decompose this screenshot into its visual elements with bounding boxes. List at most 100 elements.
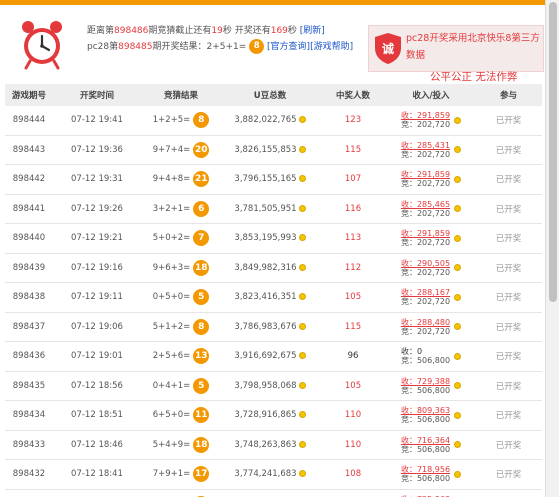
cost-line: 竞：506,800 <box>401 386 450 395</box>
income-line[interactable]: 收：809,363 <box>401 406 450 415</box>
issue-number: 898436 <box>12 351 46 362</box>
official-query-link[interactable]: [官方查询] <box>267 42 310 52</box>
total-beans-value: 3,796,155,165 <box>234 174 297 185</box>
alarm-clock-icon <box>22 21 62 70</box>
result-ball: 21 <box>193 171 210 188</box>
income-cost-cell: 收：285,465 竞：202,720 <box>387 200 475 218</box>
income-line[interactable]: 收：291,859 <box>401 111 450 120</box>
income-value: 290,505 <box>416 258 451 268</box>
draw-status: 已开奖 <box>495 175 522 186</box>
result-cell: 9+4+8= 21 <box>141 171 221 188</box>
income-value: 285,431 <box>416 140 451 150</box>
countdown-line: 距离第898486期竞猜截止还有19秒 开奖还有169秒 [刷新] <box>87 23 367 39</box>
result-formula: 0+5+0= <box>152 292 191 303</box>
result-cell: 9+6+3= 18 <box>141 259 221 276</box>
income-label: 收： <box>400 347 417 357</box>
result-formula: 6+5+0= <box>152 410 191 421</box>
coin-icon <box>454 146 462 154</box>
income-line[interactable]: 收：291,859 <box>401 229 450 238</box>
result-cell: 0+5+0= 5 <box>141 289 221 306</box>
result-cell: 6+5+0= 11 <box>141 407 221 424</box>
cost-label: 竞： <box>400 149 417 159</box>
result-cell: 5+1+2= 8 <box>141 318 221 335</box>
game-help-link[interactable]: [游戏帮助] <box>310 42 353 52</box>
income-line[interactable]: 收：716,364 <box>401 436 450 445</box>
total-beans-value: 3,823,416,351 <box>234 292 297 303</box>
income-line[interactable]: 收：729,388 <box>401 377 450 386</box>
coin-icon <box>298 204 306 212</box>
income-line[interactable]: 收：288,480 <box>401 318 450 327</box>
draw-time: 07-12 18:51 <box>71 410 123 421</box>
data-source-banner: 诚 pc28开奖采用北京快乐8第三方数据 <box>368 25 544 72</box>
total-beans: 3,781,505,951 <box>221 204 319 214</box>
result-cell: 5+4+9= 18 <box>141 436 221 453</box>
total-beans-value: 3,774,241,683 <box>234 469 297 480</box>
scrollbar[interactable] <box>545 0 559 497</box>
coin-icon <box>298 322 306 330</box>
winner-count: 96 <box>347 351 359 362</box>
next-issue-prefix: 距离第 <box>87 26 115 36</box>
cost-label: 竞： <box>400 415 417 425</box>
cost-value: 202,720 <box>416 238 451 248</box>
total-beans-value: 3,853,195,993 <box>234 233 297 244</box>
winner-count: 110 <box>344 410 362 421</box>
cost-value: 202,720 <box>416 297 451 307</box>
refresh-link[interactable]: [刷新] <box>300 26 325 36</box>
coin-icon <box>298 352 306 360</box>
income-value: 288,480 <box>416 317 451 327</box>
draw-status: 已开奖 <box>495 440 522 451</box>
cost-label: 竞： <box>400 267 417 277</box>
draw-time: 07-12 18:56 <box>71 380 123 391</box>
draw-time: 07-12 19:21 <box>71 233 123 244</box>
income-line[interactable]: 收：288,167 <box>401 288 450 297</box>
issue-number: 898435 <box>12 380 46 391</box>
cost-line: 竞：506,800 <box>401 356 450 365</box>
draw-status: 已开奖 <box>495 204 522 215</box>
deadline-seconds: 19 <box>211 26 223 36</box>
cost-line: 竞：506,800 <box>401 445 450 454</box>
result-ball: 6 <box>193 200 210 217</box>
income-label: 收： <box>400 465 417 475</box>
coin-icon <box>298 145 306 153</box>
cost-label: 竞： <box>400 356 417 366</box>
result-ball: 5 <box>193 289 210 306</box>
draw-time: 07-12 19:26 <box>71 203 123 214</box>
cost-line: 竞：202,720 <box>401 120 450 129</box>
next-issue-number: 898486 <box>114 26 149 36</box>
header-income-cost: 收入/投入 <box>412 91 450 101</box>
draw-status: 已开奖 <box>495 116 522 127</box>
draw-status: 已开奖 <box>495 411 522 422</box>
table-row: 898434 07-12 18:51 6+5+0= 11 3,728,916,865 11… <box>5 401 542 431</box>
result-ball: 18 <box>193 259 210 276</box>
income-line[interactable]: 收：0 <box>401 347 422 356</box>
income-line[interactable]: 收：285,431 <box>401 141 450 150</box>
winner-count: 105 <box>344 380 362 391</box>
prev-issue-number: 898485 <box>118 42 153 52</box>
total-beans-value: 3,781,505,951 <box>234 203 297 214</box>
income-line[interactable]: 收：290,505 <box>401 259 450 268</box>
cost-value: 202,720 <box>416 149 451 159</box>
income-cost-cell: 收：288,167 竞：202,720 <box>387 288 475 306</box>
income-line[interactable]: 收：291,859 <box>401 170 450 179</box>
winner-count: 113 <box>344 233 362 244</box>
total-beans-value: 3,728,916,865 <box>234 410 297 421</box>
draw-time: 07-12 18:46 <box>71 439 123 450</box>
scrollbar-thumb[interactable] <box>549 2 557 302</box>
coin-icon <box>298 440 306 448</box>
table-row: 898435 07-12 18:56 0+4+1= 5 3,798,958,068 105… <box>5 372 542 401</box>
issue-number: 898444 <box>12 115 46 126</box>
total-beans: 3,786,983,676 <box>221 322 319 332</box>
income-line[interactable]: 收：718,956 <box>401 465 450 474</box>
total-beans: 3,748,263,863 <box>221 440 319 450</box>
result-cell: 1+2+5= 8 <box>141 112 221 129</box>
deadline-label: 期竞猜截止还有 <box>148 26 212 36</box>
cost-value: 506,800 <box>416 474 451 484</box>
total-beans-value: 3,849,982,316 <box>234 262 297 273</box>
income-line[interactable]: 收：285,465 <box>401 200 450 209</box>
winner-count: 105 <box>344 292 362 303</box>
cost-label: 竞： <box>400 385 417 395</box>
issue-number: 898437 <box>12 321 46 332</box>
table-body: 898444 07-12 19:41 1+2+5= 8 3,882,022,765 123… <box>5 106 542 497</box>
income-cost-cell: 收：291,859 竞：202,720 <box>387 170 475 188</box>
draw-status: 已开奖 <box>495 263 522 274</box>
